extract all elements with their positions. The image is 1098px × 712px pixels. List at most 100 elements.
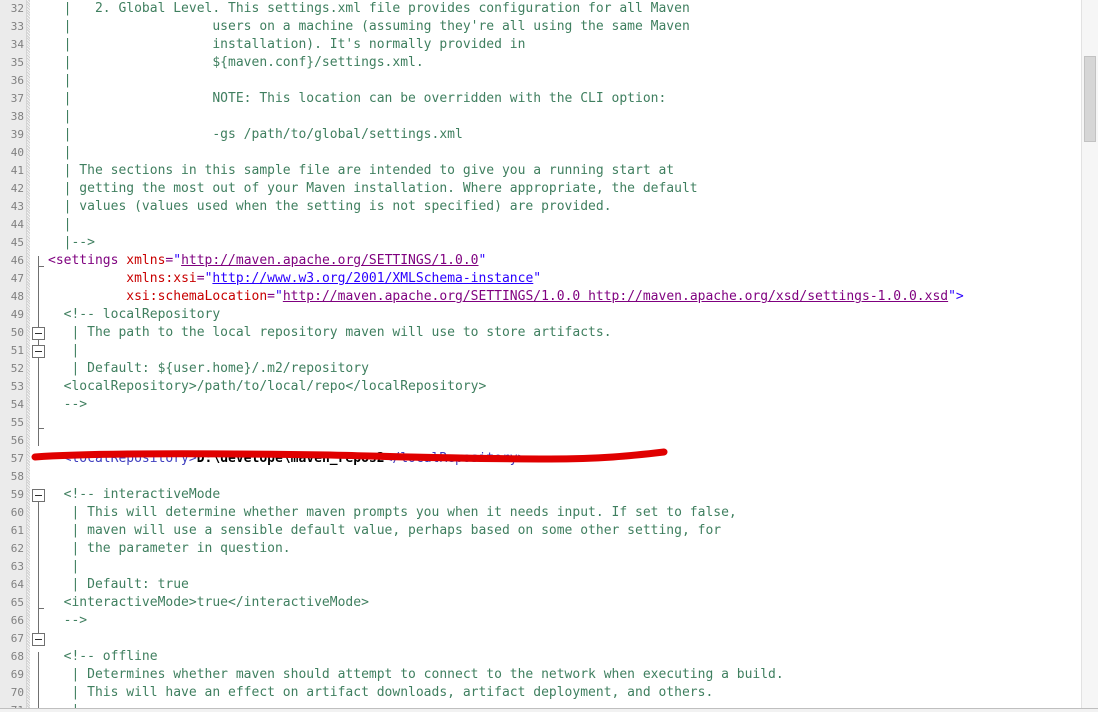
vertical-scrollbar[interactable] bbox=[1081, 0, 1098, 712]
code-line[interactable]: | bbox=[48, 216, 1080, 234]
code-line[interactable]: | users on a machine (assuming they're a… bbox=[48, 18, 1080, 36]
line-number: 58 bbox=[10, 470, 24, 483]
code-line[interactable]: |--> bbox=[48, 234, 1080, 252]
code-line[interactable]: --> bbox=[48, 612, 1080, 630]
line-number-list: 32 33 34 35 36 37 38 39 40 41 42 43 44 45 46 47 48 49 50 51… bbox=[0, 0, 27, 712]
code-token: <!-- localRepository bbox=[48, 307, 221, 322]
line-number: 56 bbox=[10, 434, 24, 447]
code-line[interactable] bbox=[48, 468, 1080, 486]
line-number: 68 bbox=[10, 650, 24, 663]
code-line[interactable]: <localRepository>/path/to/local/repo</lo… bbox=[48, 378, 1080, 396]
code-token: | maven will use a sensible default valu… bbox=[48, 523, 722, 538]
vertical-scrollbar-thumb[interactable] bbox=[1084, 56, 1096, 142]
code-line[interactable]: | bbox=[48, 72, 1080, 90]
line-number: 50 bbox=[10, 326, 24, 339]
line-number: 42 bbox=[10, 182, 24, 195]
code-line[interactable]: <!-- interactiveMode bbox=[48, 486, 1080, 504]
line-number: 53 bbox=[10, 380, 24, 393]
code-token: |--> bbox=[48, 235, 95, 250]
line-number: 40 bbox=[10, 146, 24, 159]
code-token: http://maven.apache.org/SETTINGS/1.0.0 bbox=[181, 253, 479, 268]
line-number: 38 bbox=[10, 110, 24, 123]
line-number: 44 bbox=[10, 218, 24, 231]
fold-rail bbox=[38, 490, 39, 644]
line-number: 59 bbox=[10, 488, 24, 501]
line-number: 69 bbox=[10, 668, 24, 681]
code-line[interactable]: | ${maven.conf}/settings.xml. bbox=[48, 54, 1080, 72]
code-line[interactable]: | -gs /path/to/global/settings.xml bbox=[48, 126, 1080, 144]
line-number: 49 bbox=[10, 308, 24, 321]
code-line[interactable]: | getting the most out of your Maven ins… bbox=[48, 180, 1080, 198]
code-line[interactable]: | Default: ${user.home}/.m2/repository bbox=[48, 360, 1080, 378]
code-line[interactable]: | maven will use a sensible default valu… bbox=[48, 522, 1080, 540]
code-token: | the parameter in question. bbox=[48, 541, 291, 556]
code-token: | bbox=[48, 343, 80, 358]
line-number: 70 bbox=[10, 686, 24, 699]
code-line[interactable] bbox=[48, 432, 1080, 450]
code-text-area[interactable]: | 2. Global Level. This settings.xml fil… bbox=[48, 0, 1080, 712]
code-token: " bbox=[275, 289, 283, 304]
code-line[interactable]: | the parameter in question. bbox=[48, 540, 1080, 558]
fold-collapse-icon[interactable] bbox=[32, 633, 45, 646]
code-token: | values (values used when the setting i… bbox=[48, 199, 612, 214]
line-number: 33 bbox=[10, 20, 24, 33]
code-token: <!-- interactiveMode bbox=[48, 487, 221, 502]
code-token: --> bbox=[48, 613, 88, 628]
code-token: "> bbox=[948, 289, 964, 304]
code-token: | installation). It's normally provided … bbox=[48, 37, 526, 52]
fold-collapse-icon[interactable] bbox=[32, 327, 45, 340]
code-token: xsi:schemaLocation bbox=[126, 289, 268, 304]
code-token: | The sections in this sample file are i… bbox=[48, 163, 675, 178]
code-line[interactable]: | Default: true bbox=[48, 576, 1080, 594]
code-token: | users on a machine (assuming they're a… bbox=[48, 19, 690, 34]
code-token: " bbox=[173, 253, 182, 268]
code-token: </localRepository> bbox=[384, 451, 526, 466]
code-line[interactable]: xsi:schemaLocation="http://maven.apache.… bbox=[48, 288, 1080, 306]
line-number: 41 bbox=[10, 164, 24, 177]
code-line[interactable]: <!-- localRepository bbox=[48, 306, 1080, 324]
code-line[interactable]: | bbox=[48, 108, 1080, 126]
code-line[interactable]: | This will determine whether maven prom… bbox=[48, 504, 1080, 522]
code-line[interactable]: | 2. Global Level. This settings.xml fil… bbox=[48, 0, 1080, 18]
code-line[interactable]: | NOTE: This location can be overridden … bbox=[48, 90, 1080, 108]
line-number: 35 bbox=[10, 56, 24, 69]
fold-collapse-icon[interactable] bbox=[32, 345, 45, 358]
line-number: 47 bbox=[10, 272, 24, 285]
code-line[interactable]: <!-- offline bbox=[48, 648, 1080, 666]
code-token: | Default: ${user.home}/.m2/repository bbox=[48, 361, 369, 376]
code-line[interactable]: <localRepository>D:\develope\maven_repos… bbox=[48, 450, 1080, 468]
code-line[interactable]: | The sections in this sample file are i… bbox=[48, 162, 1080, 180]
line-number: 34 bbox=[10, 38, 24, 51]
code-line[interactable]: | This will have an effect on artifact d… bbox=[48, 684, 1080, 702]
code-token: <interactiveMode>true</interactiveMode> bbox=[48, 595, 369, 610]
line-number: 48 bbox=[10, 290, 24, 303]
code-line[interactable]: xmlns:xsi= "http://www.w3.org/2001/XMLSch… bbox=[48, 270, 1080, 288]
code-line[interactable]: | The path to the local repository maven… bbox=[48, 324, 1080, 342]
code-line[interactable]: | values (values used when the setting i… bbox=[48, 198, 1080, 216]
code-token: xmlns bbox=[126, 253, 166, 268]
code-line[interactable]: | Determines whether maven should attemp… bbox=[48, 666, 1080, 684]
line-number: 46 bbox=[10, 254, 24, 267]
line-number: 60 bbox=[10, 506, 24, 519]
line-number: 55 bbox=[10, 416, 24, 429]
code-line[interactable]: <interactiveMode>true</interactiveMode> bbox=[48, 594, 1080, 612]
line-number: 52 bbox=[10, 362, 24, 375]
fold-rail bbox=[38, 652, 39, 712]
horizontal-scrollbar[interactable] bbox=[0, 708, 1098, 712]
code-line[interactable]: <settings xmlns="http://maven.apache.org… bbox=[48, 252, 1080, 270]
code-line[interactable]: --> bbox=[48, 396, 1080, 414]
code-line[interactable]: | bbox=[48, 144, 1080, 162]
fold-collapse-icon[interactable] bbox=[32, 489, 45, 502]
code-line[interactable]: | bbox=[48, 342, 1080, 360]
code-token: http://www.w3.org/2001/XMLSchema-instanc… bbox=[212, 271, 534, 286]
code-token: | bbox=[48, 145, 72, 160]
code-token: | The path to the local repository maven… bbox=[48, 325, 612, 340]
line-number: 61 bbox=[10, 524, 24, 537]
code-token: | -gs /path/to/global/settings.xml bbox=[48, 127, 463, 142]
code-folding-column[interactable] bbox=[30, 0, 48, 712]
code-line[interactable]: | installation). It's normally provided … bbox=[48, 36, 1080, 54]
code-line[interactable] bbox=[48, 414, 1080, 432]
code-line[interactable]: | bbox=[48, 558, 1080, 576]
code-line[interactable] bbox=[48, 630, 1080, 648]
